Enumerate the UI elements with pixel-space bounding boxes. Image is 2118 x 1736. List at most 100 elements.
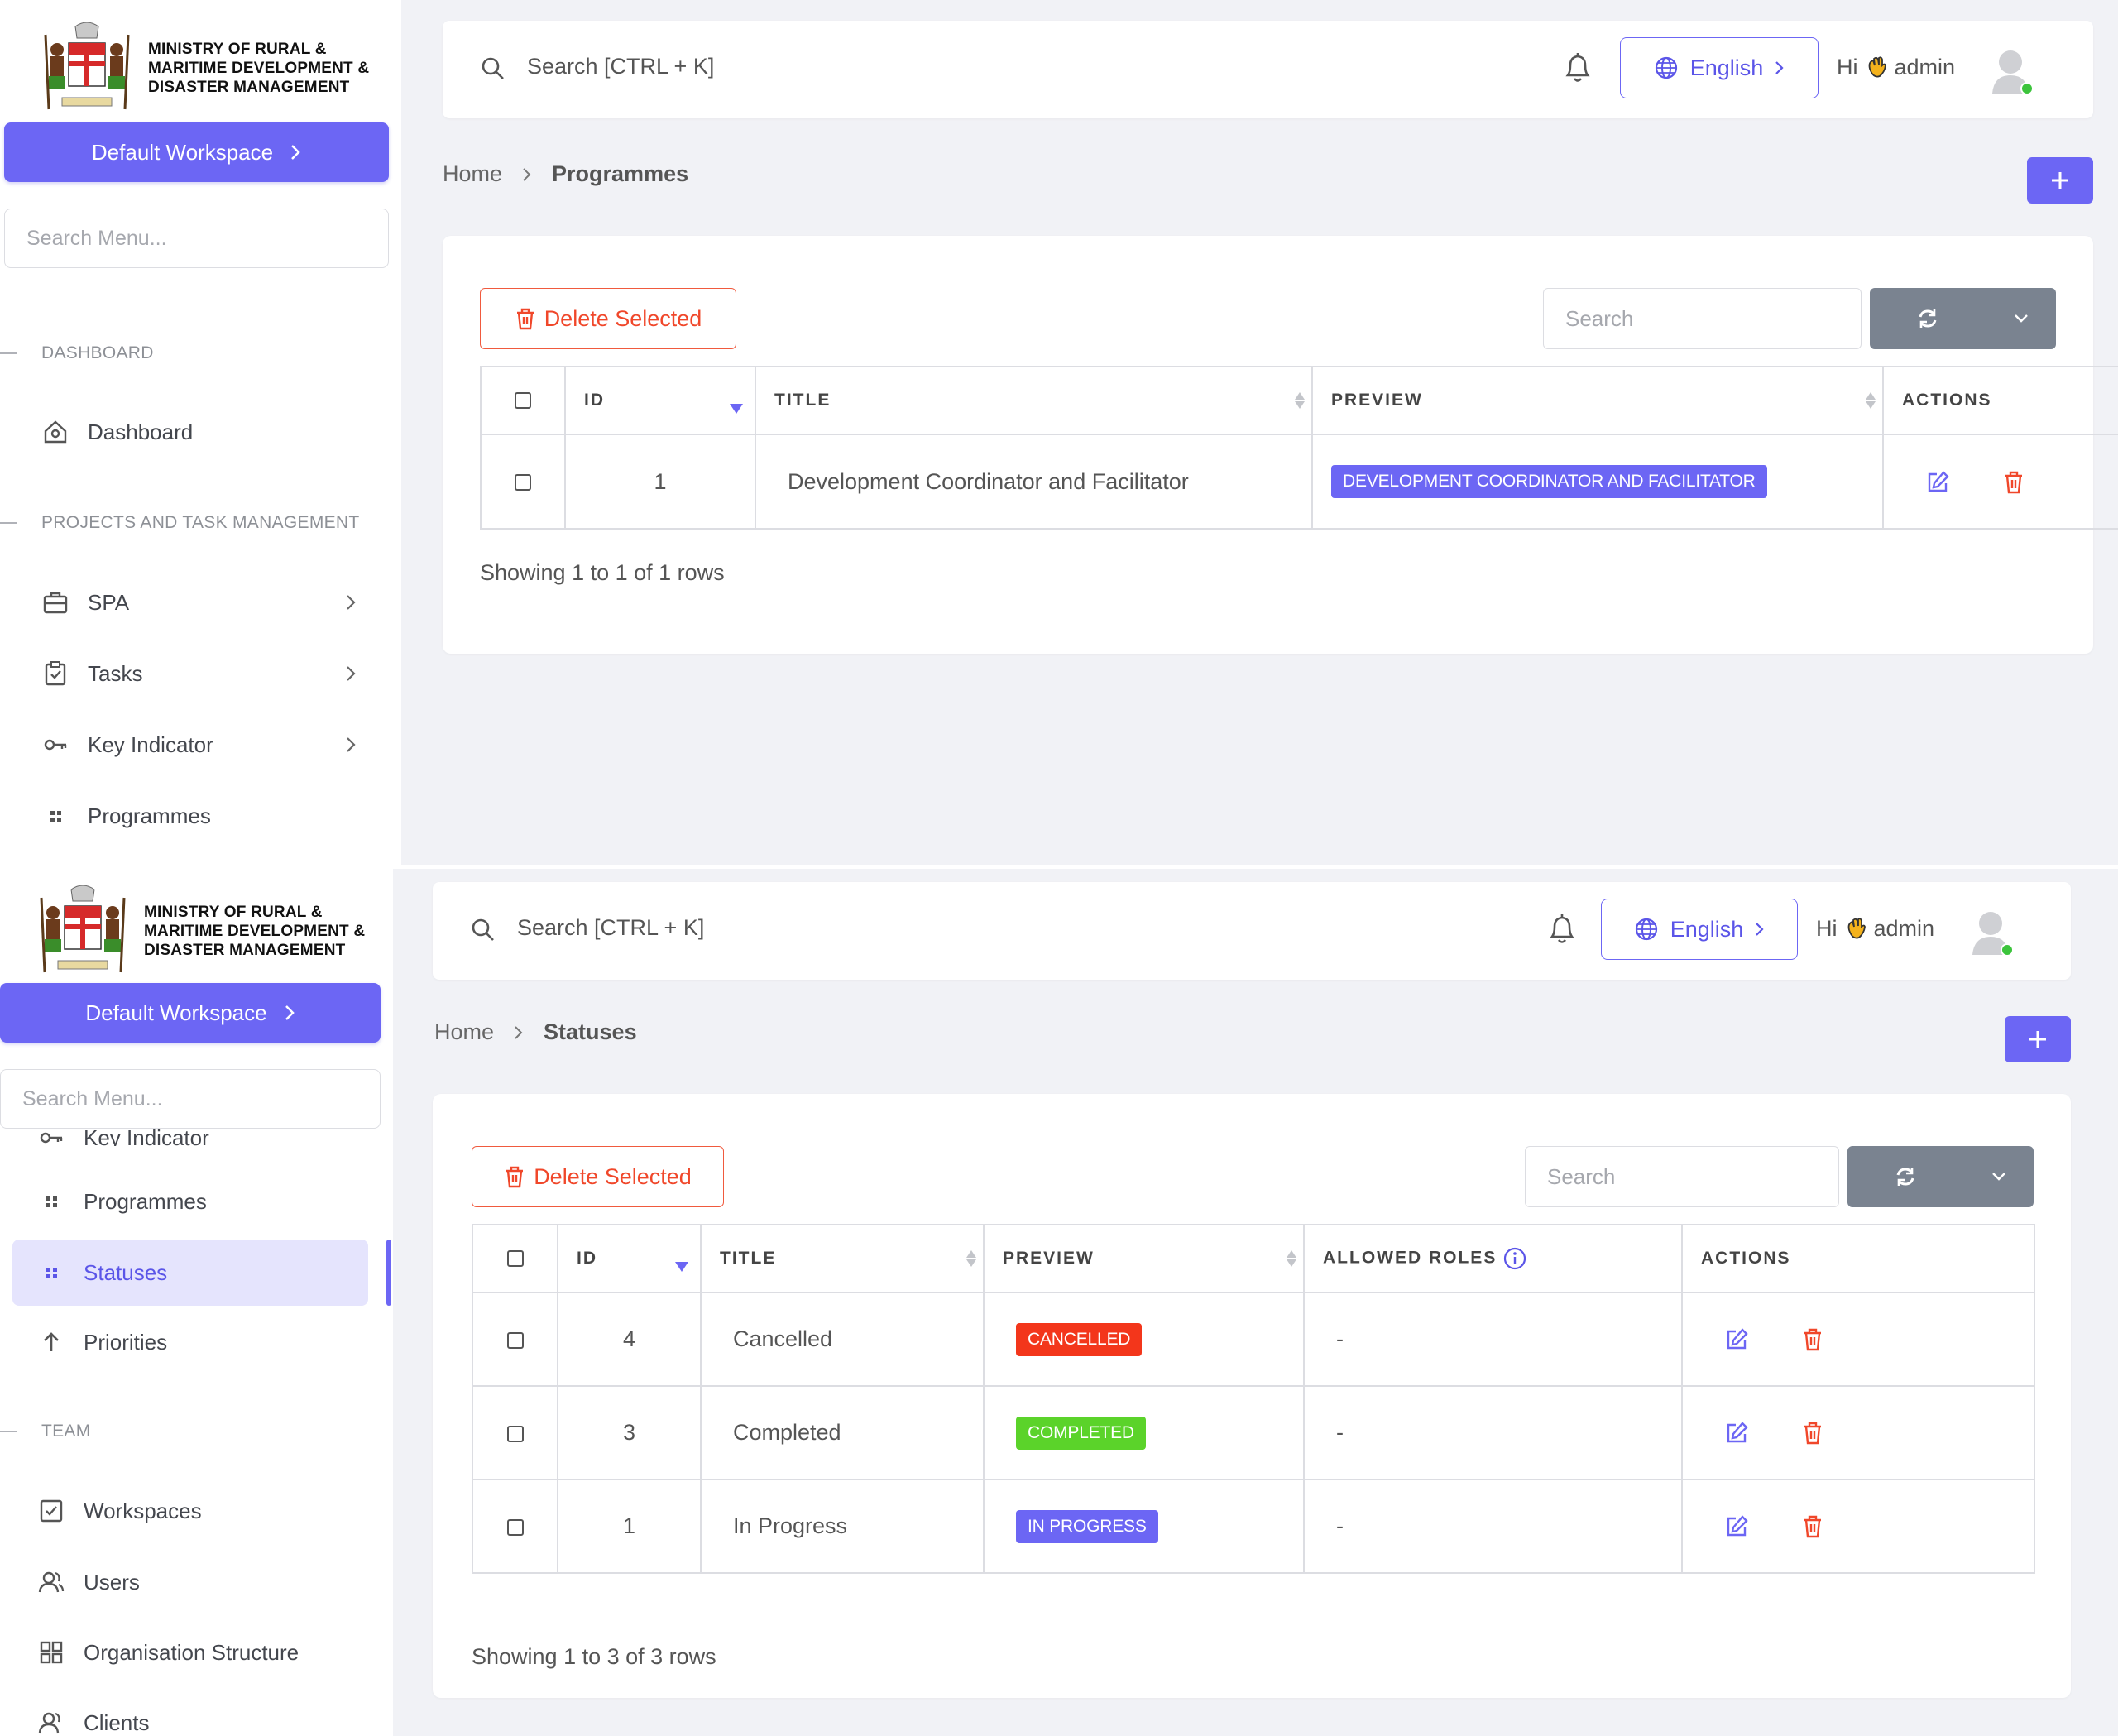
trash-icon [516, 308, 534, 330]
chevron-right-icon [1775, 61, 1784, 74]
row-title: Development Coordinator and Facilitator [755, 434, 1313, 530]
refresh-icon [1919, 309, 1937, 328]
row-actions-cell [1882, 434, 2118, 530]
section-label: PROJECTS AND TASK MANAGEMENT [41, 513, 360, 532]
column-header-label: ACTIONS [1701, 1249, 1791, 1268]
bell-icon[interactable] [1545, 912, 1579, 947]
sidebar-item-clients[interactable]: Clients [37, 1690, 360, 1736]
refresh-button[interactable] [1847, 1146, 1963, 1207]
sidebar-item-dashboard[interactable]: Dashboard [41, 399, 364, 465]
chevron-right-icon [347, 595, 356, 610]
sidebar-item-key-indicator[interactable]: Key Indicator [41, 712, 356, 778]
sort-desc-icon [675, 1262, 688, 1272]
edit-icon[interactable] [1724, 1327, 1749, 1352]
section-label: TEAM [41, 1422, 91, 1441]
workspace-switcher-button[interactable]: Default Workspace [4, 122, 389, 182]
ministry-name-line: MARITIME DEVELOPMENT & [144, 922, 366, 940]
sidebar: MINISTRY OF RURAL & MARITIME DEVELOPMENT… [0, 0, 401, 865]
programmes-card: Delete Selected ID TITLE PREVIEW ACTIONS [443, 236, 2118, 654]
sidebar-item-programmes[interactable]: Programmes [41, 783, 356, 849]
column-header-label: ID [577, 1249, 597, 1268]
table-search-input[interactable] [1525, 1146, 1839, 1207]
workspace-switcher-button[interactable]: Default Workspace [0, 983, 381, 1043]
select-all-checkbox[interactable] [515, 392, 531, 410]
row-checkbox[interactable] [515, 474, 531, 492]
add-programme-button[interactable] [2027, 157, 2093, 204]
add-status-button[interactable] [2005, 1016, 2071, 1062]
column-header-title[interactable]: TITLE [700, 1224, 985, 1293]
column-header-preview[interactable]: PREVIEW [1311, 366, 1884, 435]
column-header-title[interactable]: TITLE [755, 366, 1313, 435]
ministry-logo: MINISTRY OF RURAL & MARITIME DEVELOPMENT… [33, 881, 376, 981]
search-menu-input[interactable] [4, 209, 389, 268]
sidebar-item-label: Programmes [88, 803, 211, 828]
ministry-name-line: MINISTRY OF RURAL & [148, 40, 327, 58]
sidebar-item-statuses[interactable]: Statuses [12, 1240, 368, 1306]
sidebar-item-organisation-structure[interactable]: Organisation Structure [37, 1619, 360, 1686]
column-header-id[interactable]: ID [564, 366, 756, 435]
chevron-right-icon [291, 145, 300, 160]
trash-icon[interactable] [2003, 470, 2025, 495]
search-icon [482, 57, 504, 79]
workspace-label: Default Workspace [91, 139, 274, 165]
select-all-checkbox[interactable] [506, 1250, 524, 1268]
refresh-options-dropdown[interactable] [1963, 1146, 2034, 1207]
chevron-down-icon [1991, 1173, 2005, 1181]
language-switcher-button[interactable]: English [1620, 37, 1819, 98]
delete-selected-button[interactable]: Delete Selected [480, 288, 736, 349]
row-allowed-roles: - [1303, 1292, 1683, 1387]
bell-icon[interactable] [1561, 50, 1594, 85]
sort-icon [1295, 392, 1305, 409]
avatar[interactable] [1988, 47, 2034, 97]
row-select-cell [480, 434, 566, 530]
coat-of-arms-icon [40, 885, 126, 973]
row-checkbox[interactable] [506, 1331, 524, 1349]
users-icon [37, 1568, 65, 1596]
breadcrumb-current: Statuses [544, 1019, 637, 1044]
row-checkbox[interactable] [506, 1425, 524, 1442]
programmes-table: ID TITLE PREVIEW ACTIONS 1 Development C… [480, 366, 2118, 530]
refresh-button-group [1847, 1146, 2034, 1207]
edit-icon[interactable] [1724, 1514, 1749, 1539]
column-header-preview[interactable]: PREVIEW [983, 1224, 1305, 1293]
sidebar-item-users[interactable]: Users [37, 1549, 360, 1615]
edit-icon[interactable] [1724, 1421, 1749, 1446]
section-team: TEAM [0, 1422, 91, 1441]
waving-hand-icon [1868, 56, 1886, 78]
section-dashboard: DASHBOARD [0, 343, 154, 363]
column-header-label: ALLOWED ROLES [1323, 1248, 1497, 1268]
sidebar-item-priorities[interactable]: Priorities [37, 1309, 360, 1375]
breadcrumb-current: Programmes [552, 161, 689, 186]
waving-hand-icon [1847, 918, 1866, 939]
trash-icon[interactable] [1802, 1514, 1823, 1539]
column-header-label: ID [584, 391, 605, 410]
edit-icon[interactable] [1925, 470, 1950, 495]
global-search-trigger[interactable]: Search [CTRL + K] [527, 54, 714, 79]
table-search-input[interactable] [1543, 288, 1862, 349]
trash-icon[interactable] [1802, 1327, 1823, 1352]
breadcrumb-home-link[interactable]: Home [443, 161, 502, 187]
ministry-name-line: MARITIME DEVELOPMENT & [148, 59, 370, 77]
ministry-name: MINISTRY OF RURAL & MARITIME DEVELOPMENT… [148, 40, 380, 97]
programmes-screen: MINISTRY OF RURAL & MARITIME DEVELOPMENT… [0, 0, 2118, 865]
sidebar-item-workspaces[interactable]: Workspaces [37, 1478, 360, 1544]
sidebar-item-programmes[interactable]: Programmes [37, 1168, 360, 1235]
select-all-cell [472, 1224, 558, 1293]
delete-selected-button[interactable]: Delete Selected [472, 1146, 724, 1207]
column-header-id[interactable]: ID [557, 1224, 702, 1293]
info-icon[interactable] [1503, 1247, 1526, 1270]
plus-icon [2029, 1031, 2046, 1048]
breadcrumb-home-link[interactable]: Home [434, 1019, 494, 1045]
search-menu-input[interactable] [0, 1069, 381, 1129]
global-search-trigger[interactable]: Search [CTRL + K] [517, 915, 704, 941]
avatar[interactable] [1968, 909, 2015, 958]
row-checkbox[interactable] [506, 1518, 524, 1536]
chevron-down-icon [2014, 314, 2028, 323]
language-switcher-button[interactable]: English [1601, 899, 1798, 960]
refresh-options-dropdown[interactable] [1986, 288, 2056, 349]
trash-icon[interactable] [1802, 1421, 1823, 1446]
sidebar-item-spa[interactable]: SPA [41, 569, 356, 635]
sidebar-item-label: Workspaces [84, 1498, 202, 1523]
sidebar-item-tasks[interactable]: Tasks [41, 640, 356, 707]
refresh-button[interactable] [1870, 288, 1986, 349]
